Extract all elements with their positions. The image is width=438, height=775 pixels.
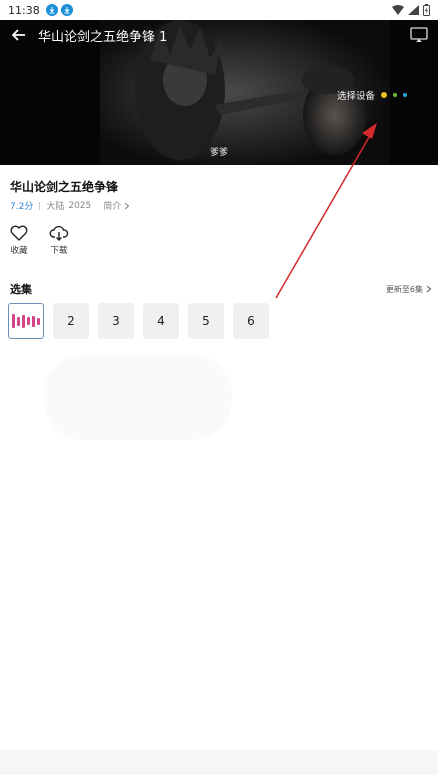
video-player[interactable]: 华山论剑之五绝争锋 1 选择设备 爹爹: [0, 20, 438, 165]
download-icon: [45, 4, 58, 16]
back-arrow-icon[interactable]: [10, 26, 28, 44]
download-icon: [60, 4, 73, 16]
device-picker[interactable]: 选择设备: [337, 88, 408, 102]
intro-label: 简介: [103, 202, 122, 212]
meta-divider: [39, 201, 41, 210]
playing-bars-icon: [12, 314, 40, 328]
rating: 7.2分: [10, 202, 34, 212]
episode-item[interactable]: 2: [53, 303, 89, 339]
intro-link[interactable]: 简介: [103, 199, 130, 212]
year: 2025: [68, 200, 92, 211]
download-button[interactable]: 下载: [48, 225, 70, 256]
status-bar: 11:38: [0, 0, 438, 20]
cloud-download-icon: [49, 225, 69, 241]
episode-title: 华山论剑之五绝争锋 1: [38, 29, 168, 45]
player-toolbar: 华山论剑之五绝争锋 1: [0, 20, 438, 50]
update-info-label: 更新至6集: [385, 284, 423, 294]
episode-1-playing[interactable]: [8, 303, 44, 339]
heart-icon: [10, 225, 28, 241]
cast-screen-icon[interactable]: [410, 27, 428, 43]
episode-list: 2 3 4 5 6: [8, 303, 269, 339]
show-meta: 7.2分 大陆 2025 简介: [10, 199, 130, 212]
episode-item[interactable]: 3: [98, 303, 134, 339]
device-picker-label: 选择设备: [337, 91, 376, 102]
chevron-right-icon: [426, 285, 432, 293]
episode-item[interactable]: 4: [143, 303, 179, 339]
device-dot: [403, 93, 408, 97]
action-row: 收藏 下载: [8, 225, 70, 256]
favorite-button[interactable]: 收藏: [8, 225, 30, 256]
device-dot: [381, 92, 388, 98]
video-subtitle: 爹爹: [209, 148, 228, 158]
navigation-bar: [0, 750, 438, 775]
download-label: 下载: [50, 246, 68, 256]
show-info: 华山论剑之五绝争锋: [10, 178, 118, 195]
favorite-label: 收藏: [10, 246, 28, 256]
status-time: 11:38: [8, 3, 40, 17]
episodes-title: 选集: [10, 283, 32, 296]
loading-placeholder: [44, 355, 232, 440]
chevron-right-icon: [124, 202, 130, 209]
show-title: 华山论剑之五绝争锋: [10, 180, 119, 194]
device-dot: [393, 93, 398, 97]
episode-item[interactable]: 5: [188, 303, 224, 339]
wifi-icon: [392, 5, 404, 15]
episodes-update-link[interactable]: 更新至6集: [386, 284, 432, 295]
episodes-header: 选集 更新至6集: [10, 281, 432, 297]
signal-icon: [408, 5, 419, 15]
battery-icon: [423, 4, 430, 16]
episode-item[interactable]: 6: [233, 303, 269, 339]
region: 大陆: [46, 202, 65, 212]
